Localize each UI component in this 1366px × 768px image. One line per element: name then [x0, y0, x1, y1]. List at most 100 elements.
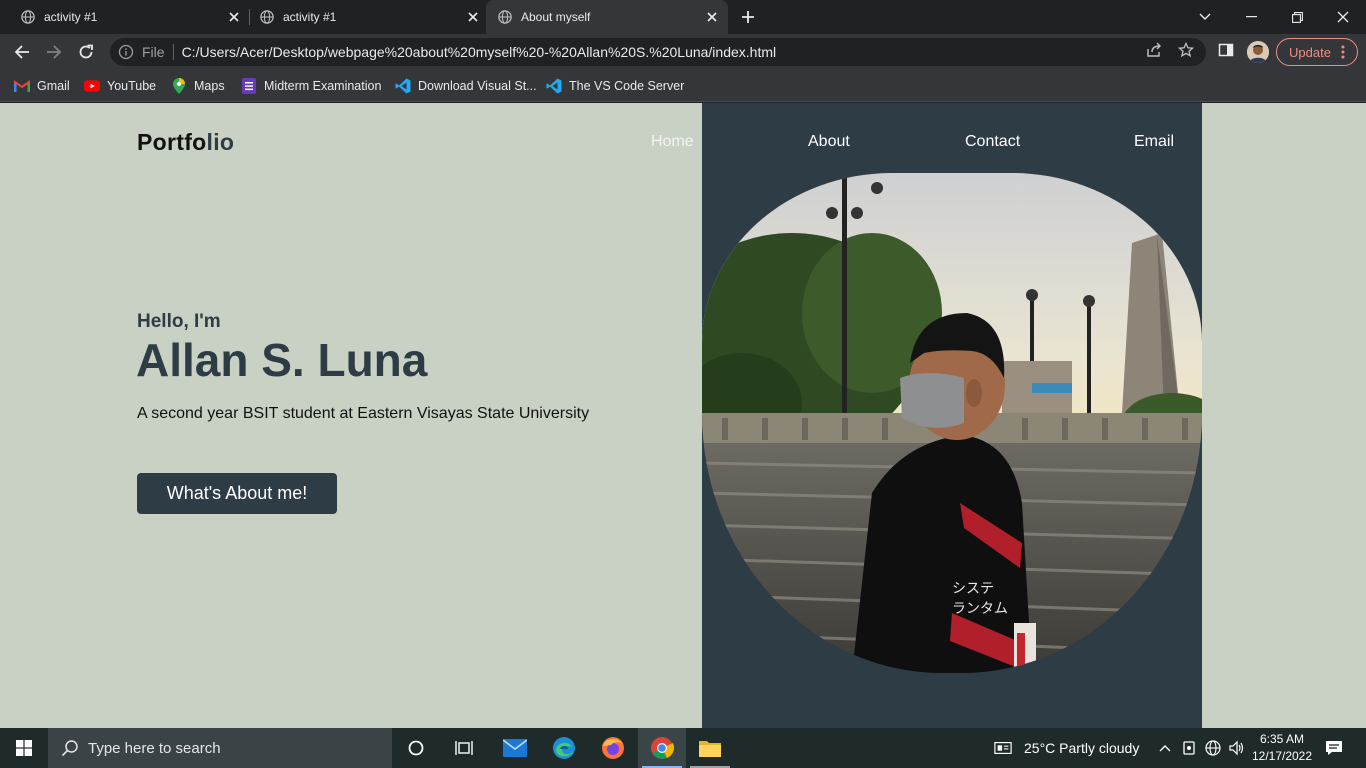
chrome-icon [651, 737, 674, 759]
action-center-button[interactable] [1325, 739, 1343, 757]
file-explorer-button[interactable] [686, 728, 734, 768]
new-tab-button[interactable] [736, 5, 760, 29]
bookmark-star-button[interactable] [1176, 40, 1196, 60]
profile-photo-image: システ ランタム [702, 173, 1202, 673]
tab-strip: activity #1 activity #1 About myself [0, 0, 1366, 34]
start-button[interactable] [0, 728, 48, 768]
speaker-icon [1229, 740, 1244, 756]
bookmark-youtube[interactable]: YouTube [84, 75, 156, 97]
tab-title: activity #1 [44, 10, 98, 24]
browser-tab-2[interactable]: activity #1 [239, 0, 489, 34]
browser-tab-1[interactable]: activity #1 [0, 0, 250, 34]
vscode-icon [395, 78, 411, 94]
nav-contact[interactable]: Contact [965, 133, 1020, 151]
reload-icon [79, 44, 93, 59]
nav-email[interactable]: Email [1134, 133, 1174, 151]
bookmark-label: YouTube [107, 79, 157, 93]
folder-icon [699, 741, 721, 757]
bookmark-midterm[interactable]: Midterm Examination [241, 75, 381, 97]
firefox-app-button[interactable] [589, 728, 637, 768]
bookmark-vscode-server[interactable]: The VS Code Server [546, 75, 684, 97]
weather-text[interactable]: 25°C Partly cloudy [1024, 728, 1139, 768]
restore-icon [1291, 11, 1303, 23]
about-me-button[interactable]: What's About me! [137, 473, 337, 514]
logo-accent: lio [206, 129, 235, 155]
vscode-icon [546, 78, 562, 94]
star-icon [1178, 42, 1194, 58]
close-tab-icon[interactable] [704, 9, 720, 25]
minimize-button[interactable] [1228, 0, 1274, 34]
hero-greeting: Hello, I'm [137, 311, 221, 332]
edge-icon [553, 737, 575, 759]
volume-button[interactable] [1228, 739, 1246, 757]
bookmark-label: The VS Code Server [569, 79, 685, 93]
restore-button[interactable] [1274, 0, 1320, 34]
plus-icon [742, 11, 754, 23]
bookmark-maps[interactable]: Maps [171, 75, 225, 97]
reload-button[interactable] [72, 38, 100, 66]
bookmark-gmail[interactable]: Gmail [14, 75, 70, 97]
bookmark-vscode-download[interactable]: Download Visual St... [395, 75, 537, 97]
taskbar-clock[interactable]: 6:35 AM 12/17/2022 [1248, 731, 1316, 765]
clock-date: 12/17/2022 [1251, 749, 1313, 763]
close-icon [1337, 11, 1349, 23]
info-icon[interactable] [118, 44, 134, 60]
bookmark-label: Maps [194, 79, 225, 93]
youtube-icon [84, 78, 100, 94]
profile-avatar[interactable] [1247, 41, 1269, 63]
profile-photo: システ ランタム [702, 173, 1202, 673]
cortana-button[interactable] [392, 728, 440, 768]
arrow-left-icon [14, 45, 29, 59]
scheme-label: File [142, 44, 165, 60]
omnibox-divider [172, 44, 174, 60]
forms-icon [241, 78, 257, 94]
address-bar[interactable]: File C:/Users/Acer/Desktop/webpage%20abo… [110, 38, 1206, 66]
browser-tab-active[interactable]: About myself [486, 0, 728, 34]
share-icon [1147, 42, 1161, 57]
update-label: Update [1289, 44, 1331, 60]
weather-icon [994, 742, 1012, 754]
network-button[interactable] [1204, 739, 1222, 757]
update-button[interactable]: Update [1276, 38, 1358, 66]
task-view-button[interactable] [440, 728, 488, 768]
meet-now-button[interactable] [1180, 739, 1198, 757]
windows-logo-icon [16, 740, 32, 756]
taskbar-search[interactable]: Type here to search [48, 728, 392, 768]
tab-search-button[interactable] [1182, 0, 1228, 34]
chevron-up-icon [1159, 745, 1171, 752]
device-icon [1183, 741, 1195, 755]
close-tab-icon[interactable] [465, 9, 481, 25]
share-button[interactable] [1144, 40, 1164, 60]
browser-toolbar: File C:/Users/Acer/Desktop/webpage%20abo… [0, 34, 1366, 70]
chrome-app-button[interactable] [638, 728, 686, 768]
more-vert-icon [1341, 45, 1345, 59]
chevron-down-icon [1199, 13, 1211, 20]
show-hidden-icons-button[interactable] [1156, 739, 1174, 757]
globe-icon [260, 10, 274, 24]
url-text[interactable]: C:/Users/Acer/Desktop/webpage%20about%20… [182, 44, 777, 60]
nav-about[interactable]: About [808, 133, 850, 151]
logo-main: Portfo [137, 129, 207, 155]
back-button[interactable] [8, 38, 36, 66]
cortana-icon [408, 740, 424, 756]
globe-icon [498, 10, 512, 24]
nav-home[interactable]: Home [651, 133, 694, 151]
gmail-icon [14, 78, 30, 94]
svg-text:システ: システ [952, 581, 994, 597]
close-window-button[interactable] [1320, 0, 1366, 34]
svg-text:ランタム: ランタム [952, 601, 1008, 617]
notification-icon [1326, 741, 1342, 755]
hero-tagline: A second year BSIT student at Eastern Vi… [137, 405, 590, 422]
bookmark-label: Gmail [37, 79, 70, 93]
site-logo[interactable]: Portfolio [137, 129, 234, 156]
weather-button[interactable] [994, 739, 1012, 757]
mail-app-button[interactable] [491, 728, 539, 768]
windows-taskbar: Type here to search 25°C Partly cloudy 6… [0, 728, 1366, 768]
arrow-right-icon [47, 45, 62, 59]
edge-app-button[interactable] [540, 728, 588, 768]
side-panel-icon [1218, 43, 1234, 57]
tab-title: activity #1 [283, 10, 337, 24]
avatar-icon [1247, 41, 1269, 63]
forward-button[interactable] [40, 38, 68, 66]
side-panel-button[interactable] [1216, 40, 1236, 60]
